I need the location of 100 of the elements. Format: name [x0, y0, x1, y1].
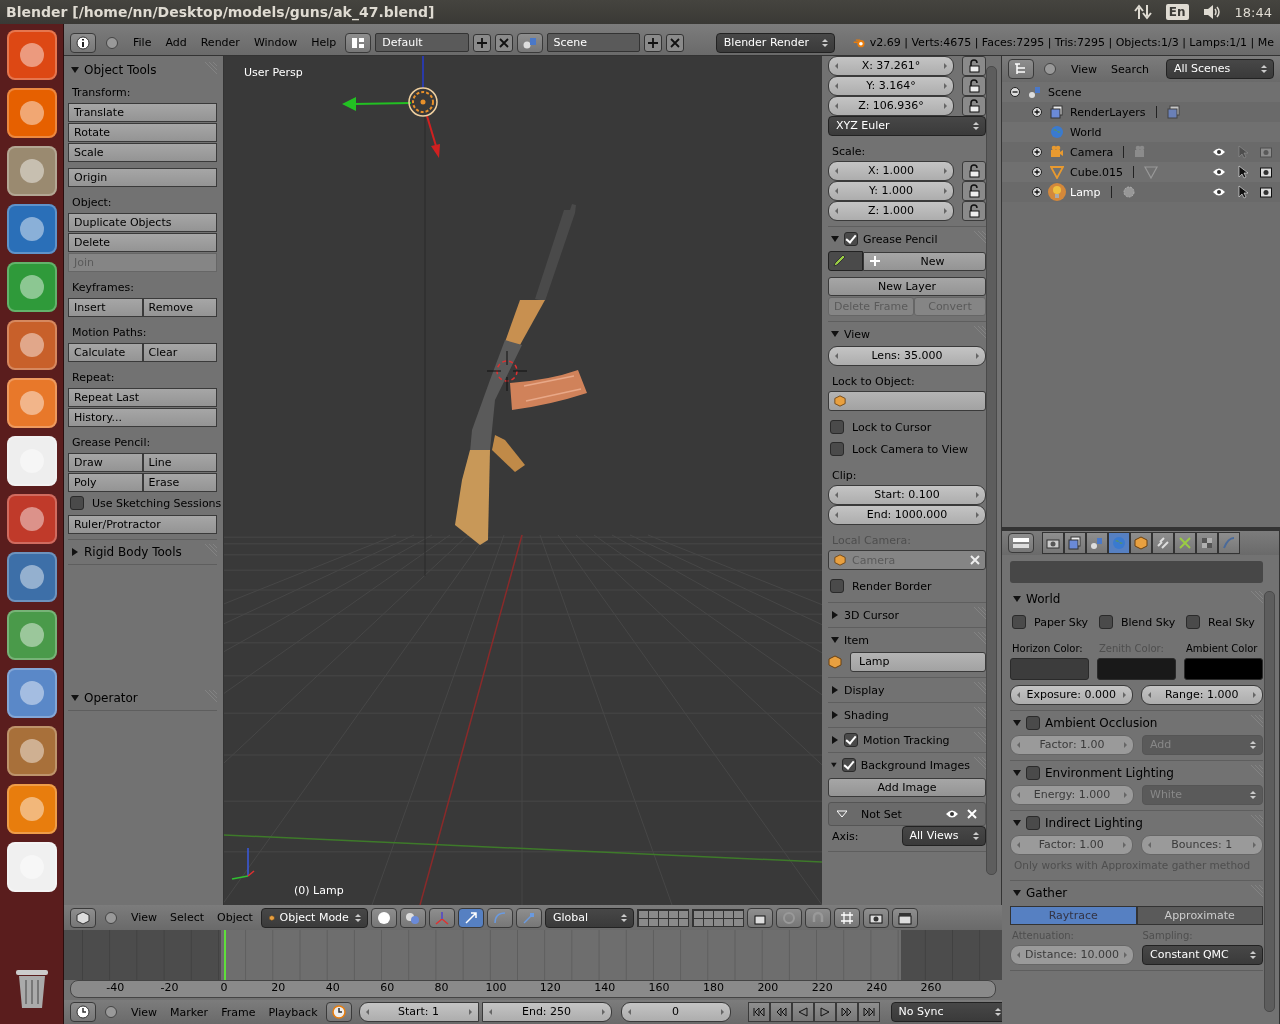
camera-icon[interactable]: [1042, 532, 1064, 554]
drag-handle-icon[interactable]: [972, 707, 986, 721]
app-icon[interactable]: [6, 30, 57, 80]
play-reverse-icon[interactable]: [791, 1002, 814, 1022]
rotate-toggle[interactable]: [486, 907, 513, 928]
expand-toggle-icon[interactable]: [1032, 187, 1044, 197]
drag-handle-icon[interactable]: [972, 682, 986, 696]
lock-toggle[interactable]: [746, 907, 773, 928]
button[interactable]: Origin: [68, 167, 217, 187]
tree-item-label[interactable]: Camera: [1070, 145, 1114, 159]
number-field[interactable]: Z: 106.936°: [828, 96, 954, 116]
scrollbar[interactable]: [1264, 591, 1275, 1013]
button[interactable]: Ruler/Protractor: [68, 514, 217, 534]
scene-selector[interactable]: [516, 32, 543, 53]
render-engine-dropdown[interactable]: Blender Render: [715, 32, 835, 53]
tree-item-label[interactable]: Scene: [1048, 85, 1082, 99]
3d-cursor-icon[interactable]: [486, 350, 528, 392]
mode-dropdown[interactable]: Object Mode: [260, 907, 368, 928]
collapse-icon[interactable]: [105, 1006, 117, 1018]
app-icon[interactable]: [6, 88, 57, 138]
close-icon[interactable]: [494, 33, 513, 52]
color-swatch[interactable]: [1010, 658, 1089, 680]
cursor-arrow-icon[interactable]: [1238, 165, 1248, 179]
eye-icon[interactable]: [1212, 167, 1226, 177]
button[interactable]: Line: [142, 452, 217, 472]
editor-type-button[interactable]: [1008, 533, 1034, 553]
button[interactable]: Repeat Last: [68, 387, 217, 407]
checkbox[interactable]: [1026, 766, 1040, 780]
camera-icon[interactable]: [1260, 166, 1272, 178]
button[interactable]: Draw: [68, 452, 143, 472]
cube-icon[interactable]: [1130, 532, 1152, 554]
drag-handle-icon[interactable]: [972, 326, 986, 340]
dropdown[interactable]: XYZ Euler: [828, 116, 986, 136]
preview-range-toggle[interactable]: [325, 1002, 352, 1022]
number-field[interactable]: Start: 0.100: [828, 485, 986, 505]
app-icon[interactable]: [6, 610, 57, 660]
drag-handle-icon[interactable]: [972, 231, 986, 245]
next-keyframe-icon[interactable]: [835, 1002, 858, 1022]
add-icon[interactable]: [643, 33, 662, 52]
toggle-button[interactable]: Raytrace: [1010, 905, 1137, 925]
panel-header[interactable]: Item: [828, 628, 986, 652]
checkbox[interactable]: [1026, 716, 1040, 730]
layout-name-field[interactable]: Default: [375, 33, 469, 52]
panel-header[interactable]: Background Images: [828, 753, 986, 777]
app-icon[interactable]: [6, 726, 57, 776]
button[interactable]: Insert: [68, 297, 143, 317]
snap-toggle[interactable]: [804, 907, 831, 928]
drag-handle-icon[interactable]: [1249, 815, 1263, 829]
drag-handle-icon[interactable]: [972, 632, 986, 646]
expand-toggle-icon[interactable]: [1010, 87, 1022, 97]
menu-item[interactable]: Render: [195, 36, 245, 49]
number-field[interactable]: X: 37.261°: [828, 56, 954, 76]
padlock-icon[interactable]: [962, 161, 986, 181]
editor-type-button[interactable]: [70, 32, 96, 53]
button[interactable]: Duplicate Objects: [68, 212, 217, 232]
toggle-button[interactable]: Approximate: [1136, 905, 1263, 925]
number-field[interactable]: Exposure: 0.000: [1010, 685, 1133, 705]
shading-selector[interactable]: [370, 907, 397, 928]
network-arrows-icon[interactable]: [1133, 4, 1152, 20]
picture-stack-icon[interactable]: [1166, 105, 1181, 119]
panel-header[interactable]: Object Tools: [68, 58, 217, 82]
chain-icon[interactable]: [1152, 532, 1174, 554]
snap-target-selector[interactable]: [833, 907, 860, 928]
dropdown[interactable]: All Views: [901, 826, 986, 846]
layer-grid[interactable]: [636, 908, 689, 927]
button[interactable]: Rotate: [68, 122, 217, 142]
drag-handle-icon[interactable]: [1249, 885, 1263, 899]
add-icon[interactable]: [472, 33, 491, 52]
expand-toggle-icon[interactable]: [1032, 147, 1044, 157]
panel-header[interactable]: World: [1010, 587, 1263, 611]
pencil-menu[interactable]: [828, 251, 863, 271]
cursor-arrow-icon[interactable]: [1238, 185, 1248, 199]
number-field[interactable]: Range: 1.000: [1140, 685, 1263, 705]
menu-item[interactable]: Marker: [165, 1005, 214, 1019]
panel-header[interactable]: View: [828, 322, 986, 346]
drag-handle-icon[interactable]: [1249, 765, 1263, 779]
sync-dropdown[interactable]: No Sync: [890, 1002, 1002, 1022]
disclosure-triangle-icon[interactable]: [837, 810, 847, 818]
eye-icon[interactable]: [1212, 147, 1226, 157]
app-icon[interactable]: [6, 262, 57, 312]
display-mode-dropdown[interactable]: All Scenes: [1165, 59, 1274, 79]
menu-item[interactable]: View: [1066, 62, 1103, 76]
manipulator-toggle[interactable]: [428, 907, 455, 928]
button[interactable]: History...: [68, 407, 217, 427]
lamp-gizmo-drawing[interactable]: [342, 56, 440, 158]
close-icon[interactable]: [665, 33, 684, 52]
app-icon[interactable]: [6, 436, 57, 486]
panel-header[interactable]: Rigid Body Tools: [68, 540, 217, 564]
panel-header[interactable]: Display: [828, 678, 986, 702]
checkbox[interactable]: Lock Camera to View: [828, 438, 986, 460]
panel-header[interactable]: Grease Pencil: [828, 227, 986, 251]
keyboard-layout-indicator[interactable]: En: [1165, 4, 1189, 20]
panel-header[interactable]: Environment Lighting: [1010, 761, 1263, 785]
app-icon[interactable]: [6, 784, 57, 834]
number-field[interactable]: End: 1000.000: [828, 505, 986, 525]
number-field[interactable]: Y: 1.000: [828, 181, 954, 201]
checkbox[interactable]: Use Sketching Sessions: [68, 492, 222, 514]
menu-item[interactable]: View: [126, 1005, 163, 1019]
end-frame-field[interactable]: End: 250: [481, 1002, 612, 1022]
eye-icon[interactable]: [945, 809, 959, 819]
